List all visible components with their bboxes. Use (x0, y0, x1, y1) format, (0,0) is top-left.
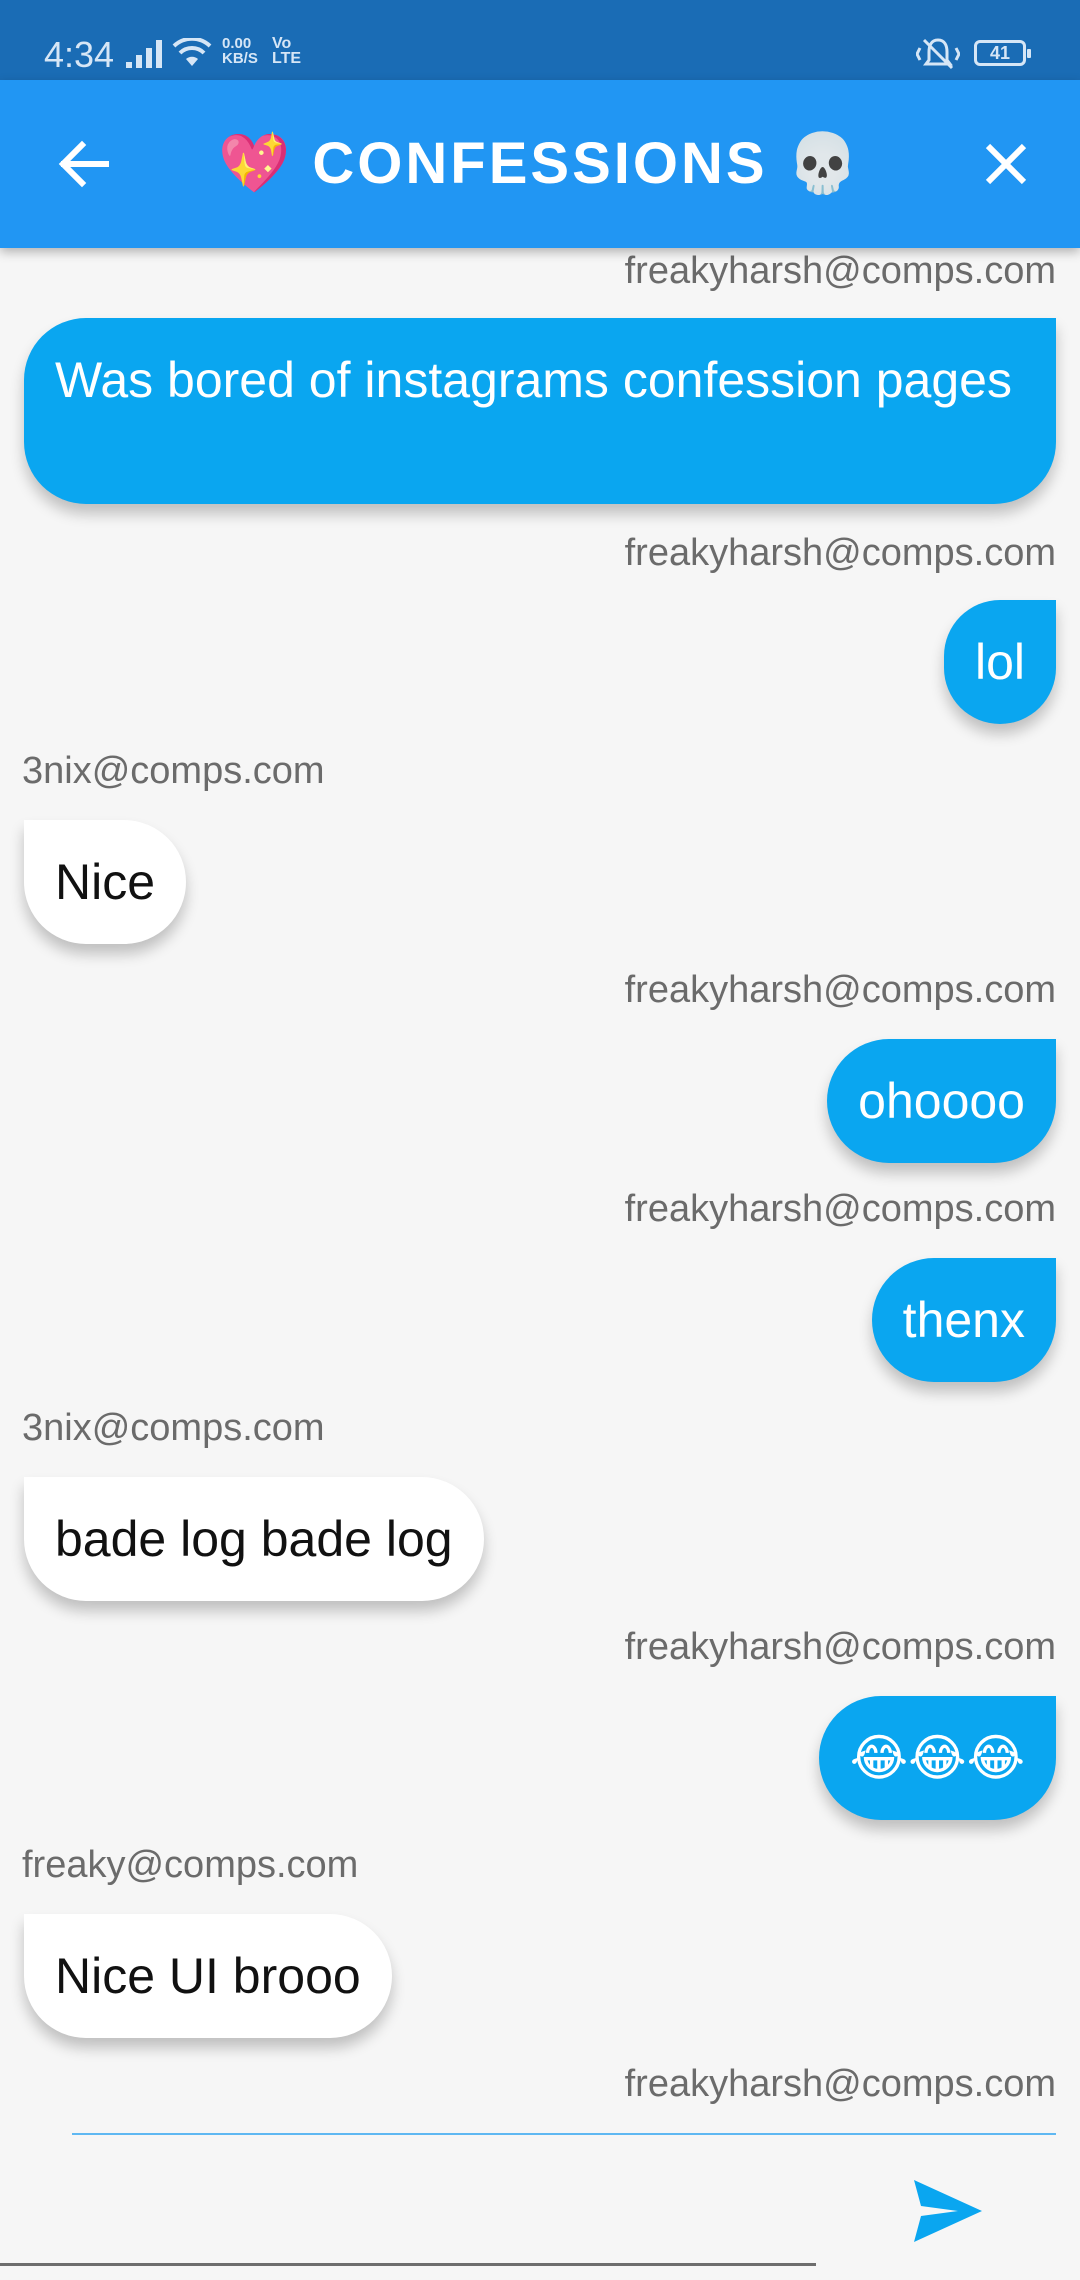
cell-signal-icon (126, 40, 162, 68)
message-list[interactable]: freakyharsh@comps.com Was bored of insta… (0, 248, 1080, 2128)
page-title: 💖 CONFESSIONS 💀 (218, 131, 862, 196)
message-bubble: 😂😂😂 (818, 1696, 1056, 1820)
message-bubble: bade log bade log (24, 1477, 484, 1601)
message-sender: freakyharsh@comps.com (624, 1188, 1056, 1230)
message-sender: 3nix@comps.com (22, 1407, 325, 1449)
wifi-icon (172, 38, 212, 66)
vibrate-icon (916, 38, 960, 70)
message-bubble: thenx (871, 1258, 1056, 1382)
message-sender: 3nix@comps.com (22, 750, 325, 792)
message-bubble: Was bored of instagrams confession pages (24, 318, 1056, 504)
message-sender: freakyharsh@comps.com (624, 2063, 1056, 2105)
message-sender: freakyharsh@comps.com (624, 532, 1056, 574)
message-composer (0, 2136, 1080, 2280)
message-sender: freakyharsh@comps.com (624, 1626, 1056, 1668)
volte-indicator: Vo LTE (272, 35, 302, 67)
divider (72, 2133, 1056, 2135)
message-sender: freaky@comps.com (22, 1844, 359, 1886)
message-sender: freakyharsh@comps.com (624, 969, 1056, 1011)
app-bar: 💖 CONFESSIONS 💀 (0, 80, 1080, 248)
network-speed: 0.00 KB/S (222, 35, 258, 67)
message-bubble: lol (943, 600, 1056, 724)
message-input[interactable] (0, 2144, 816, 2266)
status-time: 4:34 (44, 34, 115, 75)
message-sender: freakyharsh@comps.com (624, 250, 1056, 292)
status-bar: 4:34 0.00 KB/S Vo LTE 41 (0, 0, 1080, 80)
message-bubble: Nice UI brooo (24, 1914, 392, 2038)
close-icon[interactable] (974, 132, 1038, 196)
message-bubble: ohoooo (827, 1039, 1056, 1163)
send-icon[interactable] (912, 2178, 984, 2244)
battery-icon: 41 (974, 40, 1031, 66)
message-bubble: Nice (24, 820, 187, 944)
